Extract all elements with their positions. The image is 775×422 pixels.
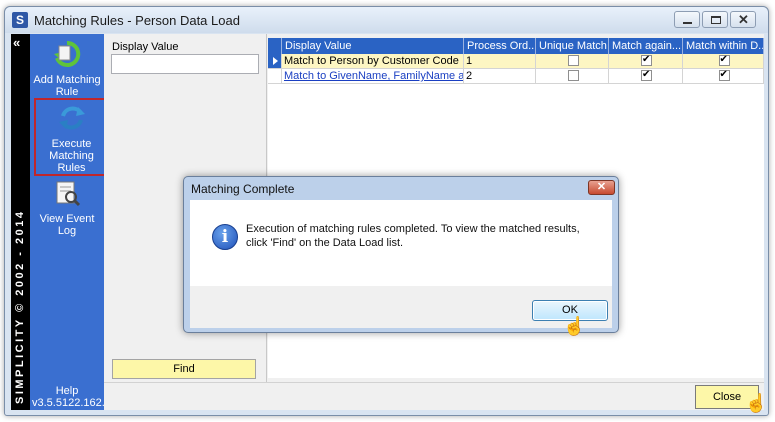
add-rule-icon xyxy=(54,40,81,67)
display-value-input[interactable] xyxy=(111,54,259,74)
view-event-log-label: View Event Log xyxy=(39,213,95,237)
brand-text: SIMPLICITY © 2002 - 2014 xyxy=(14,209,26,404)
info-icon: i xyxy=(212,224,238,250)
close-icon: ✕ xyxy=(738,12,749,27)
dialog-message-line-2: click 'Find' on the Data Load list. xyxy=(246,237,404,249)
execute-matching-rules-label: Execute Matching Rules xyxy=(49,138,94,174)
cell-process-order[interactable]: 2 xyxy=(464,69,536,84)
view-event-log-button[interactable]: View Event Log xyxy=(32,179,102,237)
version-label: v3.5.5122.162... xyxy=(32,397,111,409)
find-button[interactable]: Find xyxy=(112,359,256,379)
matching-complete-dialog: Matching Complete ✕ i Execution of match… xyxy=(183,176,619,336)
table-row[interactable]: Match to Person by Customer Code 1 xyxy=(268,54,764,69)
cell-match-within xyxy=(683,69,764,84)
match-against-checkbox[interactable] xyxy=(641,69,652,82)
header-row-selector xyxy=(268,38,282,54)
cell-display-value[interactable]: Match to Person by Customer Code xyxy=(282,54,464,69)
dialog-body: i Execution of matching rules completed.… xyxy=(190,200,612,286)
column-header-unique-match[interactable]: Unique Match xyxy=(536,38,609,54)
cell-match-within xyxy=(683,54,764,69)
dialog-message: Execution of matching rules completed. T… xyxy=(246,222,596,250)
column-header-process-order[interactable]: Process Ord... xyxy=(464,38,536,54)
table-row[interactable]: Match to GivenName, FamilyName a... 2 xyxy=(268,69,764,84)
footer-bar xyxy=(104,382,764,410)
help-link[interactable]: Help v3.5.5122.162... xyxy=(32,385,111,409)
maximize-button[interactable] xyxy=(702,11,728,28)
unique-match-checkbox[interactable] xyxy=(567,55,579,66)
add-matching-rule-button[interactable]: Add Matching Rule xyxy=(32,40,102,98)
cell-unique-match xyxy=(536,69,609,84)
brand-bar: « SIMPLICITY © 2002 - 2014 xyxy=(11,34,30,410)
help-label: Help xyxy=(55,385,79,397)
row-selector[interactable] xyxy=(268,54,282,69)
row-pointer-icon xyxy=(273,57,278,65)
unique-match-checkbox[interactable] xyxy=(567,70,579,81)
grid-header: Display Value Process Ord... Unique Matc… xyxy=(268,38,764,54)
column-header-match-against[interactable]: Match again... xyxy=(609,38,683,54)
cell-match-against xyxy=(609,54,683,69)
close-window-button[interactable]: ✕ xyxy=(730,11,756,28)
hand-cursor-icon: ☝ xyxy=(563,316,586,336)
execute-rules-icon xyxy=(58,106,85,130)
display-value-label: Display Value xyxy=(112,41,179,53)
hand-cursor-icon: ☝ xyxy=(745,393,768,413)
match-against-checkbox[interactable] xyxy=(641,54,652,67)
left-navigation: « SIMPLICITY © 2002 - 2014 Add Matching … xyxy=(11,34,111,410)
cell-match-against xyxy=(609,69,683,84)
dialog-footer: OK xyxy=(190,286,612,328)
cell-process-order[interactable]: 1 xyxy=(464,54,536,69)
cell-display-value-link[interactable]: Match to GivenName, FamilyName a... xyxy=(282,69,464,84)
dialog-message-line-1: Execution of matching rules completed. T… xyxy=(246,223,580,235)
dialog-close-button[interactable]: ✕ xyxy=(588,180,615,195)
cell-unique-match xyxy=(536,54,609,69)
match-within-checkbox[interactable] xyxy=(718,54,730,67)
minimize-icon xyxy=(683,22,692,24)
minimize-button[interactable] xyxy=(674,11,700,28)
event-log-icon xyxy=(56,181,81,207)
row-selector[interactable] xyxy=(268,69,282,84)
collapse-nav-icon[interactable]: « xyxy=(13,35,20,50)
window-title: Matching Rules - Person Data Load xyxy=(34,13,240,28)
app-logo-icon: S xyxy=(12,12,28,28)
add-matching-rule-label: Add Matching Rule xyxy=(33,74,101,98)
column-header-display-value[interactable]: Display Value xyxy=(282,38,464,54)
dialog-title: Matching Complete xyxy=(191,182,295,196)
match-within-checkbox[interactable] xyxy=(718,69,730,82)
column-header-match-within[interactable]: Match within D... xyxy=(683,38,764,54)
execute-matching-rules-button[interactable]: Execute Matching Rules xyxy=(34,98,109,176)
title-bar: S Matching Rules - Person Data Load ✕ xyxy=(5,7,768,33)
maximize-icon xyxy=(711,16,721,24)
